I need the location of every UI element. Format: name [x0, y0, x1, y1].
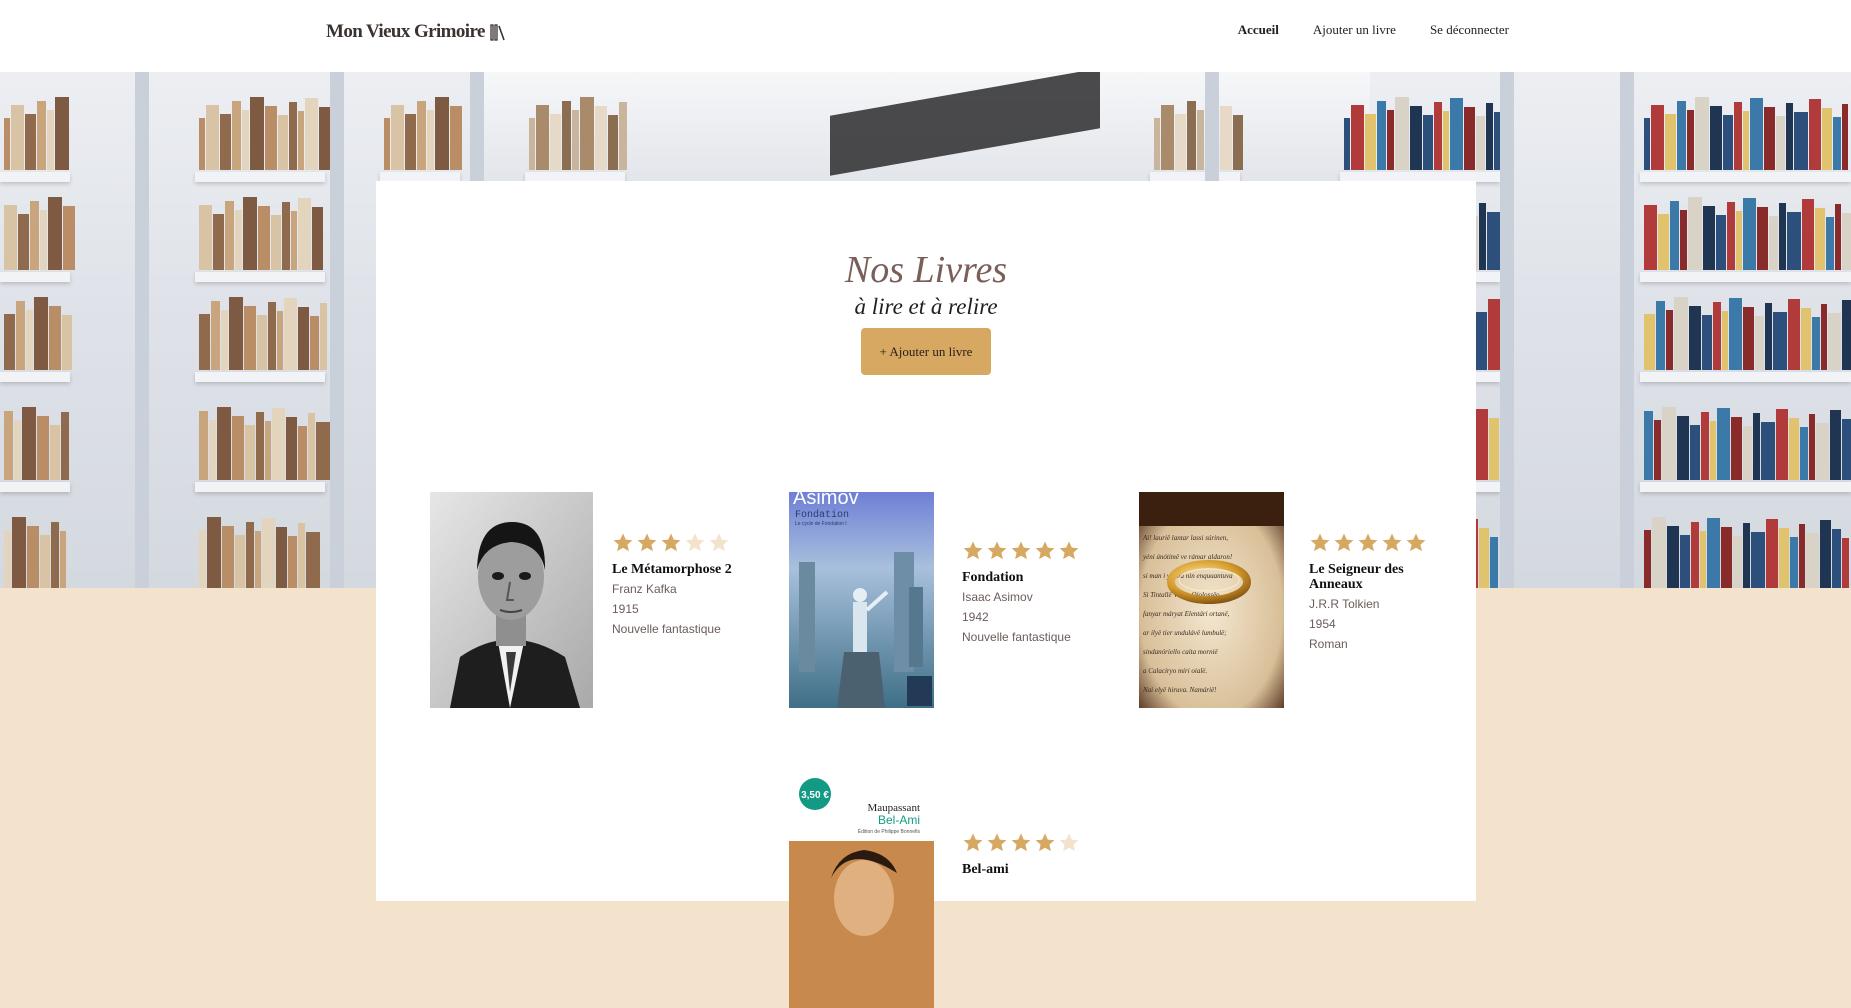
cover-series: Le cycle de Fondation I [795, 521, 847, 527]
add-book-button[interactable]: + Ajouter un livre [861, 328, 991, 375]
star-filled-icon [1310, 533, 1330, 552]
star-filled-icon [1011, 541, 1031, 560]
star-filled-icon [1011, 833, 1031, 852]
cover-text-line: ar ilyë tier undulávë lumbulë; [1143, 629, 1227, 637]
books-icon [490, 24, 505, 41]
nav-ajouter-livre[interactable]: Ajouter un livre [1313, 22, 1396, 38]
star-filled-icon [963, 833, 983, 852]
book-title: Fondation [962, 570, 1024, 585]
book-genre: Roman [1309, 637, 1348, 651]
book-title: Le Seigneur des Anneaux [1309, 562, 1404, 592]
star-empty-icon [685, 533, 705, 552]
book-cover-ring: Ai! laurië lantar lassi súrinen, yéni únó… [1139, 492, 1284, 708]
book-cover-bel-ami: 3,50 € Maupassant Bel-Ami Édition de Phi… [789, 778, 934, 1008]
book-year: 1954 [1309, 617, 1336, 631]
star-filled-icon [1382, 533, 1402, 552]
cover-text-line: fanyar máryat Elentári ortanë, [1143, 610, 1230, 618]
cover-title: Bel-Ami [878, 813, 920, 827]
rating-stars [612, 532, 732, 554]
star-filled-icon [1035, 833, 1055, 852]
cover-author: Asimov [793, 492, 859, 509]
book-year: 1942 [962, 610, 989, 624]
site-logo[interactable]: Mon Vieux Grimoire [326, 21, 506, 43]
rating-stars [1309, 532, 1434, 554]
cover-text-line: Nai elyë hiruva. Namárië! [1142, 686, 1217, 694]
book-cover-kafka [430, 492, 593, 708]
logo-text: Mon Vieux Grimoire [326, 21, 485, 42]
star-filled-icon [987, 833, 1007, 852]
books-section: Nos Livres à lire et à relire + Ajouter … [376, 181, 1476, 1008]
star-filled-icon [637, 533, 657, 552]
cover-edition: Édition de Philippe Bonnefis [858, 828, 921, 835]
star-filled-icon [1334, 533, 1354, 552]
book-card-bel-ami[interactable]: 3,50 € Maupassant Bel-Ami Édition de Phi… [789, 778, 1089, 1008]
rating-stars [962, 540, 1082, 562]
book-genre: Nouvelle fantastique [612, 622, 721, 636]
cover-text-line: yéni únótimë ve rámar aldaron! [1142, 553, 1233, 561]
page-title: Nos Livres [844, 249, 1008, 291]
cover-text-line: si man i yulma nin enquuantuva [1143, 572, 1233, 580]
book-cover-fondation: Asimov Fondation Le cycle de Fondation I [789, 492, 934, 708]
cover-text-line: sindanóriello caita mornië [1143, 648, 1219, 656]
book-author: Franz Kafka [612, 582, 677, 596]
star-empty-icon [709, 533, 729, 552]
page-subtitle: à lire et à relire [854, 294, 998, 319]
nav-deconnexion[interactable]: Se déconnecter [1430, 22, 1509, 38]
book-author: Isaac Asimov [962, 590, 1033, 604]
star-filled-icon [963, 541, 983, 560]
cover-title: Fondation [795, 509, 849, 521]
price-badge: 3,50 € [801, 790, 829, 801]
book-genre: Nouvelle fantastique [962, 630, 1071, 644]
star-filled-icon [987, 541, 1007, 560]
cover-text-line: a Calaciryo míri oialë. [1143, 667, 1207, 675]
site-header: Mon Vieux Grimoire Accueil Ajouter un li… [0, 0, 1851, 72]
book-title: Bel-ami [962, 862, 1009, 877]
star-filled-icon [1059, 541, 1079, 560]
book-author: J.R.R Tolkien [1309, 597, 1380, 611]
book-card-fondation[interactable]: Asimov Fondation Le cycle de Fondation I… [789, 492, 1089, 710]
cover-text-line: Ai! laurië lantar lassi súrinen, [1142, 534, 1228, 542]
star-filled-icon [1406, 533, 1426, 552]
star-filled-icon [613, 533, 633, 552]
main-nav: Accueil Ajouter un livre Se déconnecter [1238, 22, 1509, 38]
rating-stars [962, 832, 1082, 854]
star-filled-icon [1358, 533, 1378, 552]
star-filled-icon [661, 533, 681, 552]
star-filled-icon [1035, 541, 1055, 560]
book-card-seigneur-anneaux[interactable]: Ai! laurië lantar lassi súrinen, yéni únó… [1139, 492, 1439, 710]
book-year: 1915 [612, 602, 639, 616]
nav-accueil[interactable]: Accueil [1238, 22, 1279, 38]
star-empty-icon [1059, 833, 1079, 852]
book-card-metamorphose[interactable]: Le Métamorphose 2 Franz Kafka 1915 Nouve… [430, 492, 732, 710]
book-title: Le Métamorphose 2 [612, 562, 732, 577]
